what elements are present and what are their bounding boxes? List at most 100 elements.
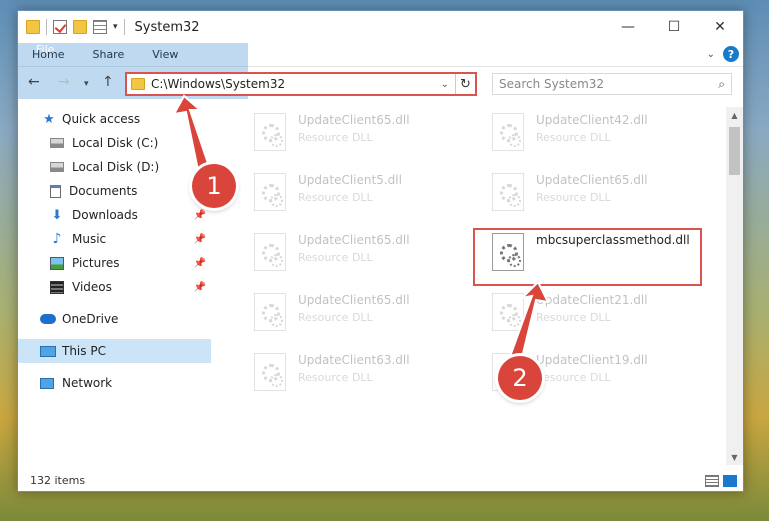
address-path[interactable]: C:\Windows\System32: [151, 77, 441, 91]
file-item[interactable]: UpdateClient63.dll Resource DLL: [238, 349, 468, 405]
up-arrow-icon[interactable]: ↑: [102, 74, 114, 90]
quick-access-toolbar: ▾: [18, 19, 125, 35]
pc-icon: [40, 345, 56, 357]
dll-file-icon: [254, 353, 286, 391]
minimize-button[interactable]: —: [605, 11, 651, 42]
item-count: 132 items: [30, 473, 86, 487]
status-bar: 132 items: [18, 469, 743, 491]
folder-icon[interactable]: [26, 20, 40, 34]
file-item[interactable]: UpdateClient65.dll Resource DLL: [476, 169, 706, 225]
toolbar-divider: [123, 19, 125, 35]
file-item[interactable]: UpdateClient21.dll Resource DLL: [476, 289, 706, 345]
sidebar-item-label: This PC: [62, 344, 106, 358]
pin-icon[interactable]: 📌: [194, 258, 206, 269]
scroll-down-arrow-icon[interactable]: ▼: [726, 449, 743, 465]
file-item[interactable]: UpdateClient65.dll Resource DLL: [238, 229, 468, 285]
file-name: UpdateClient19.dll: [536, 353, 648, 367]
navigation-pane: ★ Quick access Local Disk (C:) Local Dis…: [18, 107, 211, 467]
sidebar-item-label: Videos: [72, 280, 112, 294]
file-type: Resource DLL: [536, 191, 611, 204]
sidebar-item-label: Quick access: [62, 112, 141, 126]
file-type: Resource DLL: [298, 131, 373, 144]
back-arrow-icon[interactable]: ←: [28, 74, 40, 90]
dll-file-icon: [492, 293, 524, 331]
disk-icon: [50, 162, 64, 172]
star-icon: ★: [43, 111, 55, 127]
search-input[interactable]: [499, 77, 719, 91]
sidebar-item-documents[interactable]: Documents 📌: [18, 179, 211, 203]
file-item[interactable]: UpdateClient65.dll Resource DLL: [238, 289, 468, 345]
file-highlight-box: [473, 228, 702, 286]
music-icon: ♪: [52, 231, 62, 247]
file-type: Resource DLL: [298, 371, 373, 384]
recent-locations-chevron-icon[interactable]: ▾: [84, 79, 89, 89]
vertical-scrollbar[interactable]: ▲ ▼: [726, 107, 743, 465]
address-dropdown-chevron-icon[interactable]: ⌄: [441, 79, 449, 90]
maximize-button[interactable]: ☐: [651, 11, 697, 42]
file-item[interactable]: UpdateClient65.dll Resource DLL: [238, 109, 468, 165]
sidebar-item-pictures[interactable]: Pictures 📌: [18, 251, 211, 275]
customize-toolbar-chevron-icon[interactable]: ▾: [113, 22, 118, 32]
file-name: UpdateClient65.dll: [536, 173, 648, 187]
downloads-icon: ⬇: [51, 207, 63, 223]
file-type: Resource DLL: [298, 191, 373, 204]
sidebar-item-local-disk-c[interactable]: Local Disk (C:): [18, 131, 211, 155]
file-item[interactable]: UpdateClient5.dll Resource DLL: [238, 169, 468, 225]
file-name: UpdateClient65.dll: [298, 293, 410, 307]
file-type: Resource DLL: [536, 371, 611, 384]
window-title: System32: [134, 19, 200, 35]
sidebar-item-label: Local Disk (D:): [72, 160, 160, 174]
sidebar-item-label: OneDrive: [62, 312, 119, 326]
refresh-icon[interactable]: ↻: [455, 74, 475, 94]
sidebar-item-network[interactable]: Network: [18, 371, 211, 395]
file-type: Resource DLL: [536, 131, 611, 144]
sidebar-item-downloads[interactable]: ⬇ Downloads 📌: [18, 203, 211, 227]
large-icons-view-icon[interactable]: [723, 475, 737, 487]
file-list: UpdateClient65.dll Resource DLL UpdateCli…: [223, 107, 731, 465]
sidebar-item-label: Downloads: [72, 208, 138, 222]
search-icon[interactable]: ⌕: [718, 77, 725, 92]
sidebar-item-this-pc[interactable]: This PC: [18, 339, 211, 363]
explorer-window: ▾ System32 — ☐ ✕ File Home Share View ⌄ …: [17, 10, 744, 492]
sidebar-item-label: Music: [72, 232, 107, 246]
address-bar[interactable]: C:\Windows\System32 ⌄ ↻: [125, 72, 477, 96]
sidebar-item-quick-access[interactable]: ★ Quick access: [18, 107, 211, 131]
disk-icon: [50, 138, 64, 148]
pin-icon[interactable]: 📌: [194, 282, 206, 293]
sidebar-item-onedrive[interactable]: OneDrive: [18, 307, 211, 331]
forward-arrow-icon[interactable]: →: [58, 74, 70, 90]
dll-file-icon: [254, 173, 286, 211]
close-button[interactable]: ✕: [697, 11, 743, 42]
pin-icon[interactable]: 📌: [194, 210, 206, 221]
pin-icon[interactable]: 📌: [194, 234, 206, 245]
search-box[interactable]: ⌕: [492, 73, 732, 95]
file-type: Resource DLL: [536, 311, 611, 324]
file-name: UpdateClient65.dll: [298, 113, 410, 127]
videos-icon: [50, 280, 64, 294]
file-name: UpdateClient5.dll: [298, 173, 402, 187]
ribbon-right-controls: ⌄ ?: [707, 46, 739, 62]
file-item[interactable]: UpdateClient42.dll Resource DLL: [476, 109, 706, 165]
help-icon[interactable]: ?: [723, 46, 739, 62]
toolbar-divider: [46, 19, 47, 35]
navigation-bar: ← → ▾ ↑ C:\Windows\System32 ⌄ ↻ ⌕: [18, 71, 743, 97]
file-type: Resource DLL: [298, 311, 373, 324]
properties-check-icon[interactable]: [53, 20, 67, 34]
details-view-icon[interactable]: [705, 475, 719, 487]
sidebar-item-videos[interactable]: Videos 📌: [18, 275, 211, 299]
dll-file-icon: [254, 233, 286, 271]
scrollbar-thumb[interactable]: [729, 127, 740, 175]
expand-ribbon-chevron-icon[interactable]: ⌄: [707, 49, 715, 60]
sidebar-item-local-disk-d[interactable]: Local Disk (D:): [18, 155, 211, 179]
dll-file-icon: [254, 293, 286, 331]
sidebar-item-music[interactable]: ♪ Music 📌: [18, 227, 211, 251]
file-type: Resource DLL: [298, 251, 373, 264]
dll-file-icon: [254, 113, 286, 151]
properties-icon[interactable]: [93, 20, 107, 34]
file-name: UpdateClient63.dll: [298, 353, 410, 367]
sidebar-item-label: Network: [62, 376, 113, 390]
sidebar-item-label: Documents: [69, 184, 138, 198]
network-icon: [40, 377, 54, 389]
new-folder-icon[interactable]: [73, 20, 87, 34]
scroll-up-arrow-icon[interactable]: ▲: [726, 107, 743, 123]
